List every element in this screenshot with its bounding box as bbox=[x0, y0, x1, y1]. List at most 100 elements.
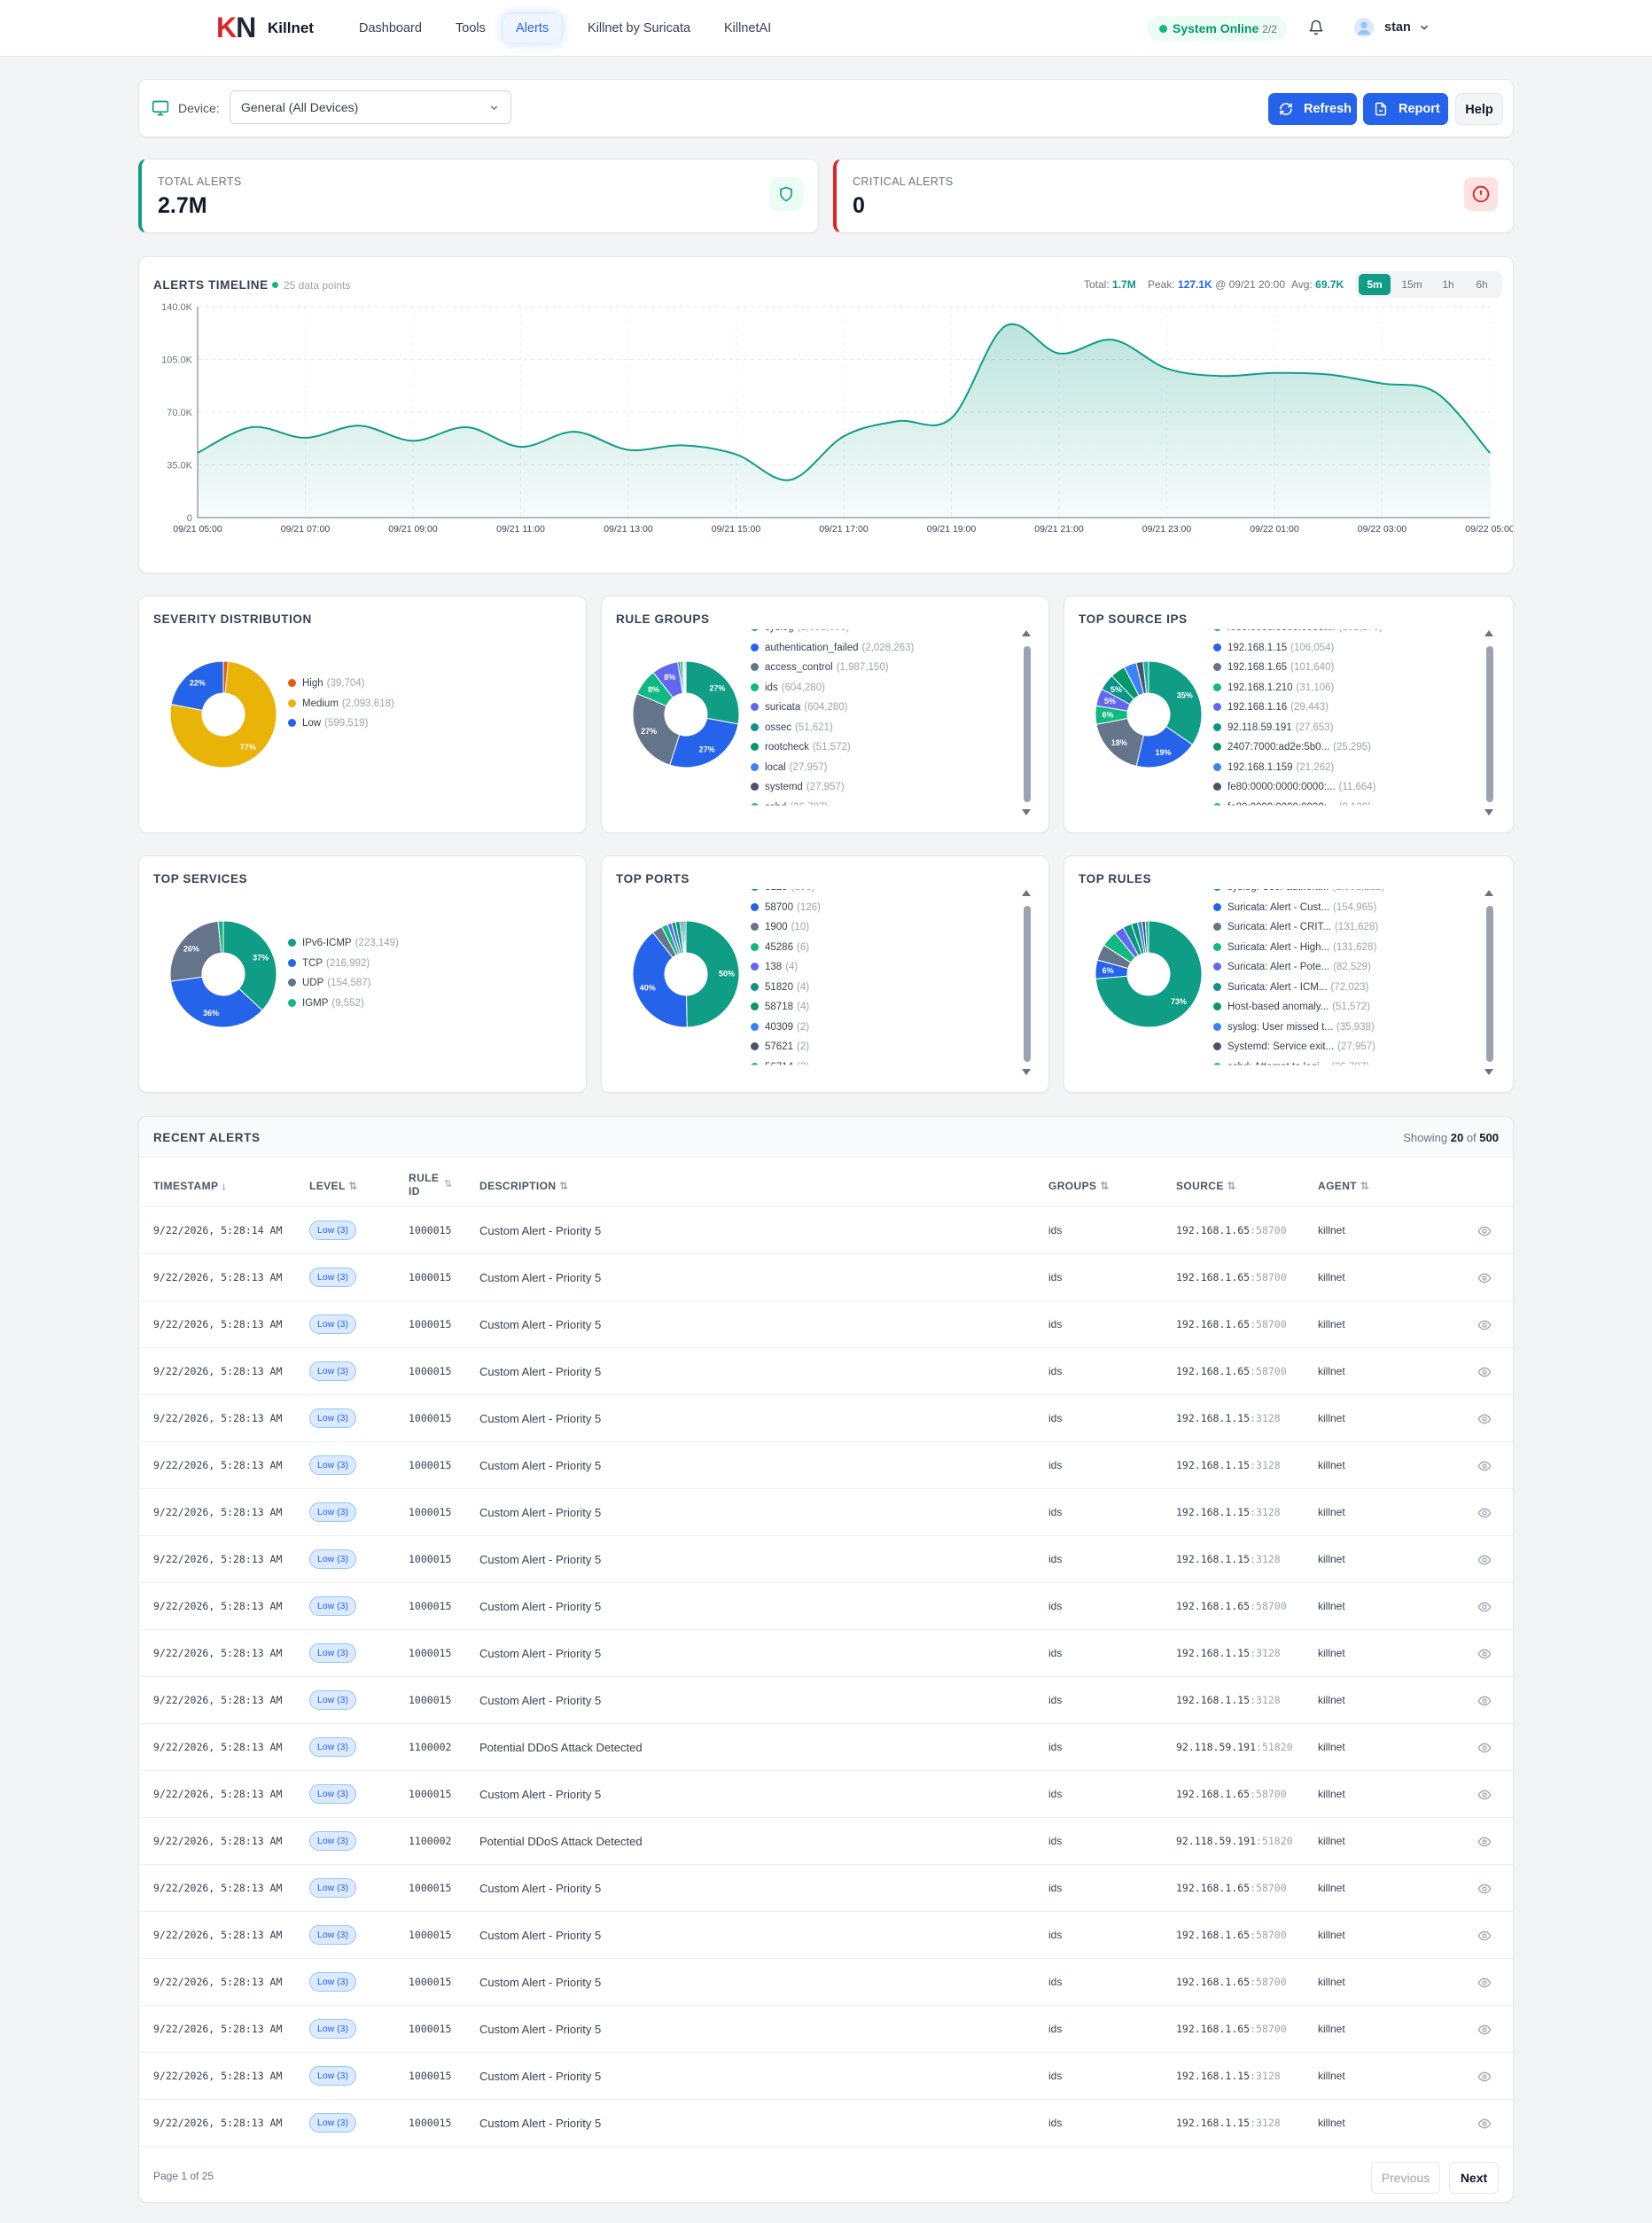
scroll-up-arrow[interactable] bbox=[1484, 630, 1493, 636]
table-row[interactable]: 9/22/2026, 5:28:13 AM Low (3) 1000015 Custo… bbox=[139, 1488, 1513, 1535]
nav-alerts[interactable]: Alerts bbox=[503, 14, 562, 43]
next-button[interactable]: Next bbox=[1449, 2162, 1499, 2194]
legend-item[interactable]: Suricata: Alert - ICM... (72,023) bbox=[1213, 980, 1368, 994]
eye-icon[interactable] bbox=[1477, 1506, 1492, 1525]
legend-item[interactable]: 138 (4) bbox=[751, 960, 798, 974]
legend-item[interactable]: IPv6-ICMP (223,149) bbox=[288, 936, 399, 950]
eye-icon[interactable] bbox=[1477, 2070, 1492, 2088]
legend-item[interactable]: syslog (2,092,605) bbox=[751, 629, 849, 635]
table-row[interactable]: 9/22/2026, 5:28:13 AM Low (3) 1000015 Custo… bbox=[139, 1347, 1513, 1394]
eye-icon[interactable] bbox=[1477, 1459, 1492, 1478]
legend-item[interactable]: Suricata: Alert - High... (131,628) bbox=[1213, 940, 1376, 955]
eye-icon[interactable] bbox=[1477, 1694, 1492, 1712]
legend-item[interactable]: 192.168.1.159 (21,262) bbox=[1213, 760, 1334, 775]
legend-item[interactable]: High (39,704) bbox=[288, 676, 365, 690]
scroll-down-arrow[interactable] bbox=[1022, 809, 1031, 815]
eye-icon[interactable] bbox=[1477, 1835, 1492, 1853]
eye-icon[interactable] bbox=[1477, 1741, 1492, 1759]
pie-slice[interactable] bbox=[669, 717, 739, 768]
bell-icon[interactable] bbox=[1308, 20, 1324, 35]
table-row[interactable]: 9/22/2026, 5:28:14 AM Low (3) 1000015 Custo… bbox=[139, 1206, 1513, 1253]
table-row[interactable]: 9/22/2026, 5:28:13 AM Low (3) 1000015 Custo… bbox=[139, 2005, 1513, 2052]
table-row[interactable]: 9/22/2026, 5:28:13 AM Low (3) 1000015 Custo… bbox=[139, 2052, 1513, 2099]
col-description[interactable]: DESCRIPTION ⇅ bbox=[479, 1180, 569, 1193]
table-row[interactable]: 9/22/2026, 5:28:13 AM Low (3) 1000015 Custo… bbox=[139, 1770, 1513, 1817]
donut-chart[interactable]: 73% 6% bbox=[1082, 908, 1215, 1041]
nav-killnetai[interactable]: KillnetAI bbox=[724, 14, 771, 43]
legend-item[interactable]: 2407:7000:ad2e:5b0... (25,295) bbox=[1213, 740, 1371, 754]
legend-item[interactable]: local (27,957) bbox=[751, 760, 828, 775]
donut-chart[interactable]: 37% 36% 26% bbox=[157, 908, 290, 1041]
range-6h[interactable]: 6h bbox=[1467, 274, 1497, 295]
eye-icon[interactable] bbox=[1477, 2023, 1492, 2041]
legend-item[interactable]: IGMP (9,552) bbox=[288, 996, 364, 1010]
legend-item[interactable]: 58718 (4) bbox=[751, 1000, 809, 1014]
legend-item[interactable]: 192.168.1.16 (29,443) bbox=[1213, 700, 1329, 714]
legend-item[interactable]: syslog: User missed t... (35,938) bbox=[1213, 1020, 1375, 1034]
logo[interactable]: KN bbox=[216, 12, 256, 43]
table-row[interactable]: 9/22/2026, 5:28:13 AM Low (3) 1000015 Custo… bbox=[139, 1864, 1513, 1911]
legend-item[interactable]: access_control (1,987,150) bbox=[751, 660, 889, 675]
legend-item[interactable]: 192.168.1.210 (31,106) bbox=[1213, 681, 1334, 695]
eye-icon[interactable] bbox=[1477, 1882, 1492, 1900]
eye-icon[interactable] bbox=[1477, 1271, 1492, 1290]
legend-item[interactable]: 3128 (158) bbox=[751, 889, 814, 894]
donut-chart[interactable]: 27% 27% 27% 8% 8% bbox=[620, 648, 752, 781]
eye-icon[interactable] bbox=[1477, 1647, 1492, 1665]
legend-item[interactable]: ids (604,280) bbox=[751, 681, 825, 695]
pie-slice[interactable] bbox=[1148, 660, 1203, 745]
table-row[interactable]: 9/22/2026, 5:28:13 AM Low (3) 1000015 Custo… bbox=[139, 1535, 1513, 1582]
range-1h[interactable]: 1h bbox=[1433, 274, 1463, 295]
legend-item[interactable]: 192.168.1.15 (106,054) bbox=[1213, 641, 1334, 655]
eye-icon[interactable] bbox=[1477, 1412, 1492, 1431]
report-button[interactable]: Report bbox=[1363, 93, 1448, 125]
eye-icon[interactable] bbox=[1477, 1553, 1492, 1572]
table-row[interactable]: 9/22/2026, 5:28:13 AM Low (3) 1000015 Custo… bbox=[139, 1958, 1513, 2005]
legend-item[interactable]: 58700 (126) bbox=[751, 901, 821, 915]
legend-item[interactable]: Systemd: Service exit... (27,957) bbox=[1213, 1040, 1375, 1054]
previous-button[interactable]: Previous bbox=[1371, 2162, 1440, 2194]
col-agent[interactable]: AGENT ⇅ bbox=[1318, 1180, 1369, 1193]
col-level[interactable]: LEVEL ⇅ bbox=[309, 1180, 358, 1193]
user-name[interactable]: stan bbox=[1384, 18, 1411, 37]
eye-icon[interactable] bbox=[1477, 1600, 1492, 1618]
donut-chart[interactable]: 50% 40% bbox=[620, 908, 752, 1041]
col-groups[interactable]: GROUPS ⇅ bbox=[1048, 1180, 1110, 1193]
table-row[interactable]: 9/22/2026, 5:28:13 AM Low (3) 1100002 Poten… bbox=[139, 1817, 1513, 1864]
legend-item[interactable]: fe80:0000:0000:0000:... (9,139) bbox=[1213, 800, 1371, 806]
legend-item[interactable]: Suricata: Alert - Cust... (154,965) bbox=[1213, 901, 1376, 915]
scroll-up-arrow[interactable] bbox=[1022, 630, 1031, 636]
legend-item[interactable]: sshd (26,787) bbox=[751, 800, 828, 806]
col-source[interactable]: SOURCE ⇅ bbox=[1176, 1180, 1236, 1193]
legend-item[interactable]: Medium (2,093,618) bbox=[288, 697, 394, 711]
refresh-button[interactable]: Refresh bbox=[1268, 93, 1357, 125]
scroll-down-arrow[interactable] bbox=[1022, 1069, 1031, 1075]
scroll-up-arrow[interactable] bbox=[1022, 890, 1031, 896]
col-rule-id[interactable]: RULE ID bbox=[409, 1172, 444, 1198]
legend-item[interactable]: fe80:0000:0000:0000:... (11,664) bbox=[1213, 780, 1375, 794]
table-row[interactable]: 9/22/2026, 5:28:13 AM Low (3) 1000015 Custo… bbox=[139, 1394, 1513, 1441]
eye-icon[interactable] bbox=[1477, 1788, 1492, 1806]
legend-item[interactable]: 57621 (2) bbox=[751, 1040, 809, 1054]
legend-item[interactable]: 56714 (2) bbox=[751, 1060, 809, 1065]
table-row[interactable]: 9/22/2026, 5:28:13 AM Low (3) 1000015 Custo… bbox=[139, 1911, 1513, 1958]
col-timestamp[interactable]: TIMESTAMP ↓ bbox=[153, 1180, 227, 1193]
eye-icon[interactable] bbox=[1477, 1976, 1492, 1994]
eye-icon[interactable] bbox=[1477, 2117, 1492, 2135]
table-row[interactable]: 9/22/2026, 5:28:13 AM Low (3) 1000015 Custo… bbox=[139, 1629, 1513, 1676]
table-row[interactable]: 9/22/2026, 5:28:13 AM Low (3) 1100002 Poten… bbox=[139, 1723, 1513, 1770]
legend-item[interactable]: Suricata: Alert - Pote... (82,529) bbox=[1213, 960, 1371, 974]
legend-item[interactable]: 192.168.1.65 (101,640) bbox=[1213, 660, 1334, 675]
system-status-badge[interactable]: System Online 2/2 bbox=[1147, 16, 1287, 41]
nav-killnet-suricata[interactable]: Killnet by Suricata bbox=[588, 14, 690, 43]
range-15m[interactable]: 15m bbox=[1394, 274, 1430, 295]
legend-scrollbar[interactable] bbox=[1024, 906, 1031, 1062]
avatar[interactable] bbox=[1354, 18, 1374, 37]
table-row[interactable]: 9/22/2026, 5:28:13 AM Low (3) 1000015 Custo… bbox=[139, 1676, 1513, 1723]
legend-item[interactable]: 40309 (2) bbox=[751, 1020, 809, 1034]
nav-tools[interactable]: Tools bbox=[456, 14, 486, 43]
chevron-down-icon[interactable] bbox=[1418, 21, 1430, 34]
table-row[interactable]: 9/22/2026, 5:28:13 AM Low (3) 1000015 Custo… bbox=[139, 2099, 1513, 2146]
nav-dashboard[interactable]: Dashboard bbox=[359, 14, 422, 43]
legend-item[interactable]: 1900 (10) bbox=[751, 920, 809, 934]
